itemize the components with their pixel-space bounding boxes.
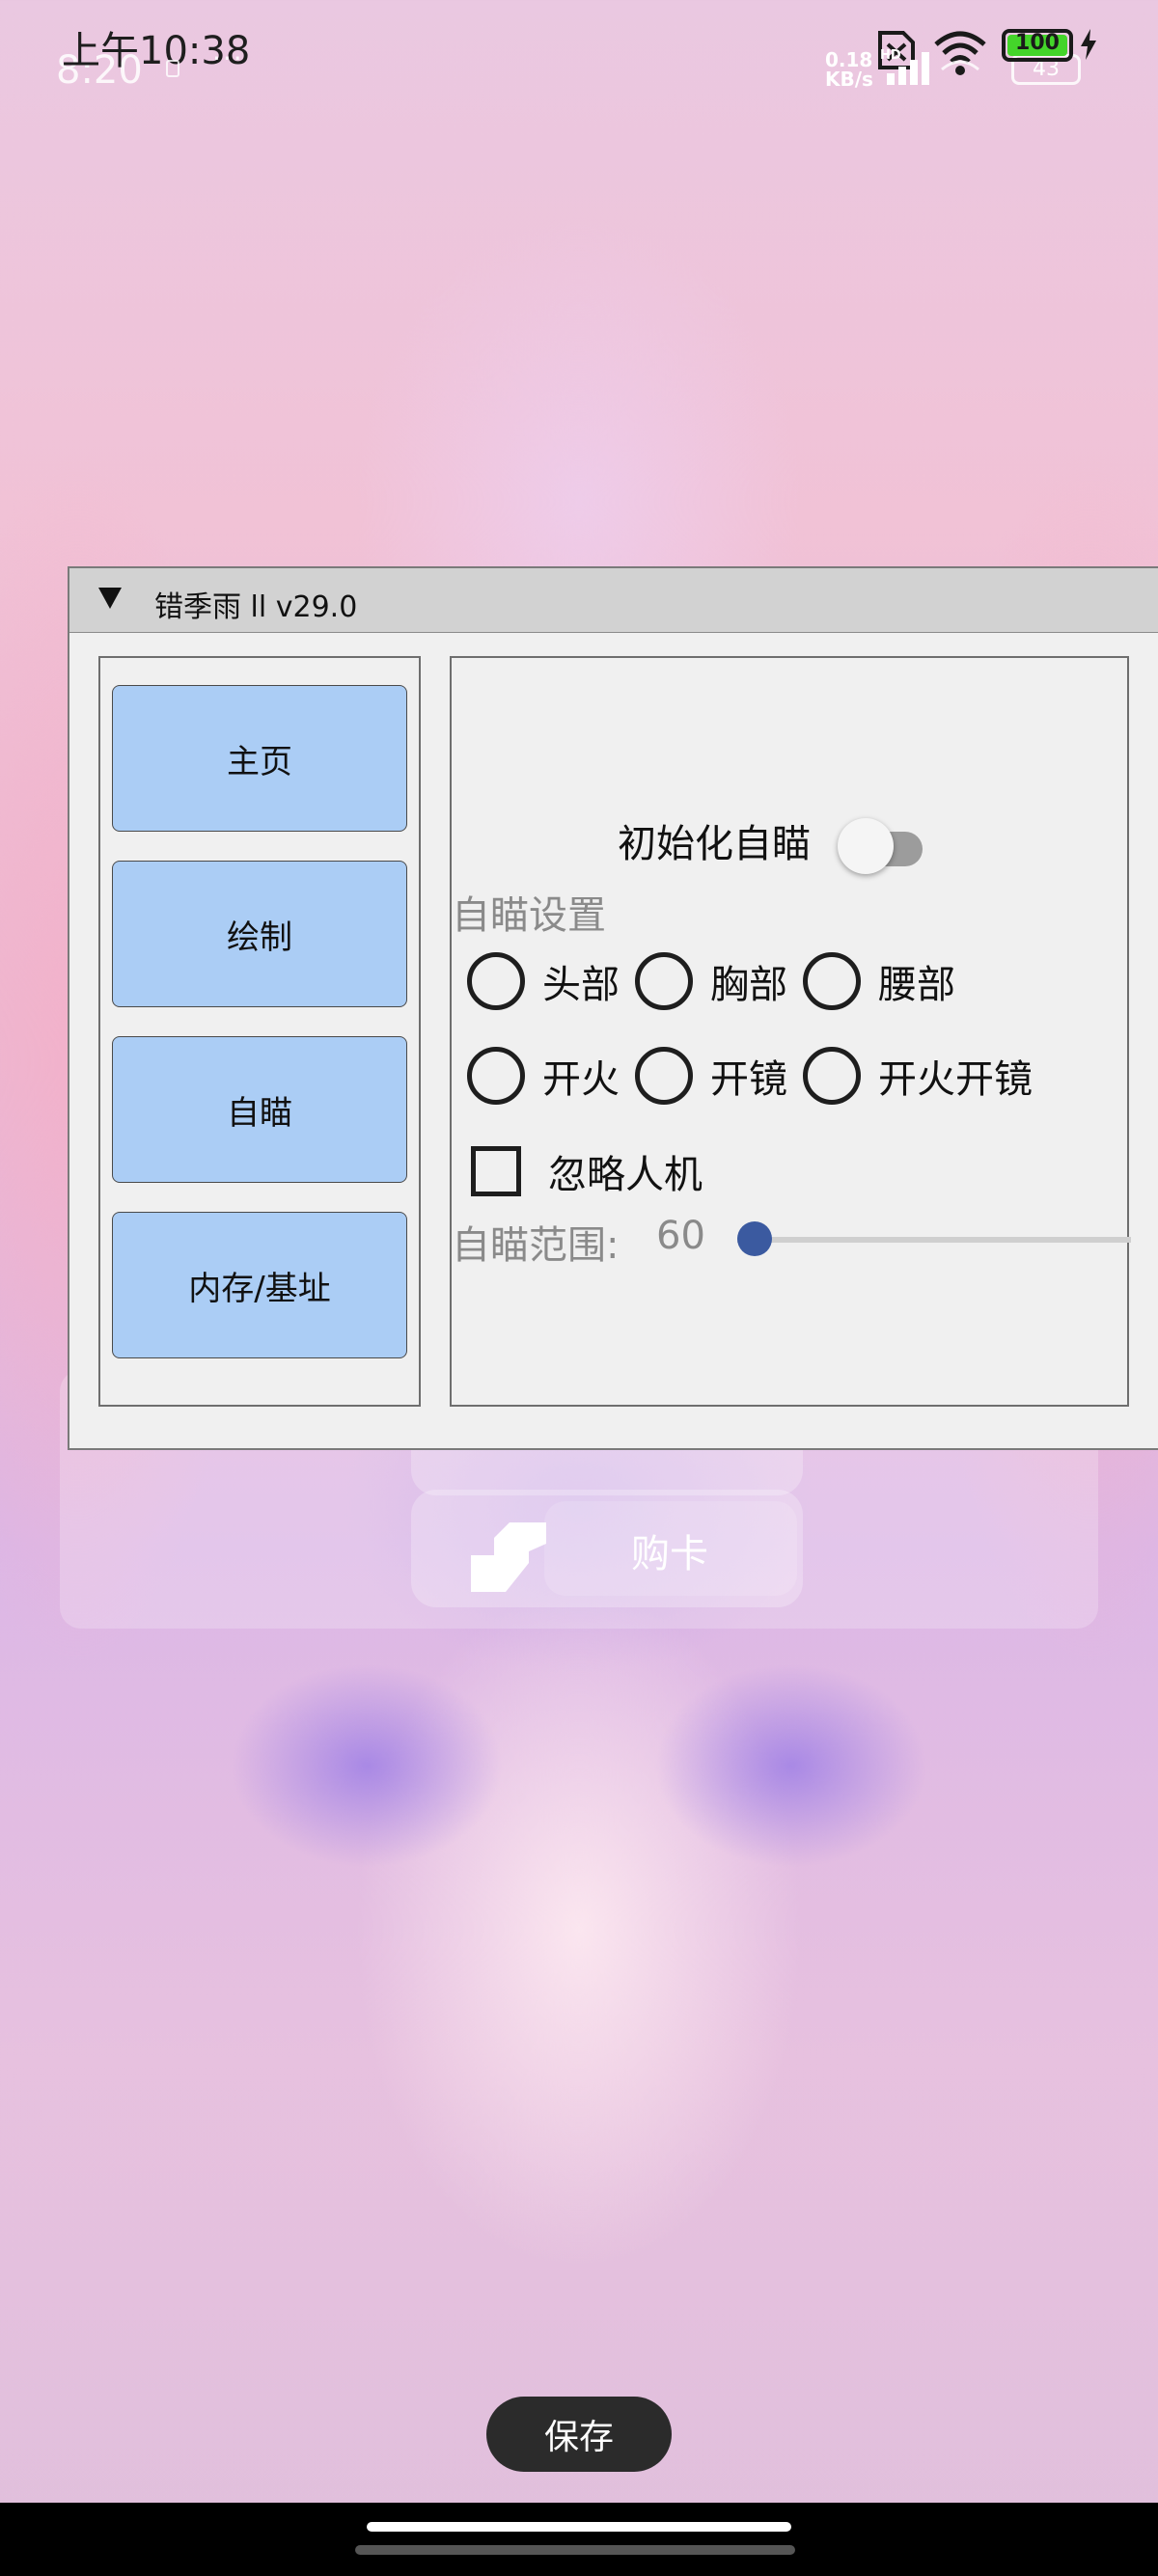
nav-draw-button[interactable]: 绘制 [112,861,407,1007]
window-title: 错季雨 ll v29.0 [154,590,358,624]
radio-label: 胸部 [710,963,787,1007]
radio-waist[interactable]: 腰部 [803,952,955,1010]
ignore-bots-label: 忽略人机 [548,1153,703,1197]
more-notifications-icon: ··· [212,42,244,74]
battery-icon: 100 [1002,29,1073,62]
status-bar: 8:20 上午10:38 ··· 0.18 KB/s HD 43 100 [0,0,1158,106]
nav-aim-button[interactable]: 自瞄 [112,1036,407,1183]
init-aim-label: 初始化自瞄 [618,822,811,866]
aim-range-label: 自瞄范围: [452,1223,620,1268]
network-speed: 0.18 KB/s [825,48,873,91]
floating-menu-window: 错季雨 ll v29.0 主页 绘制 自瞄 内存/基址 初始化自瞄 自瞄设置 头… [68,566,1158,1450]
battery-level: 100 [1015,31,1060,55]
radio-circle[interactable] [803,1047,861,1105]
radio-circle[interactable] [803,952,861,1010]
radio-label: 开镜 [710,1057,787,1102]
buy-card-label: 购卡 [631,1532,708,1576]
target-radio-group: 头部 胸部 腰部 [467,947,971,1015]
aim-range-value: 60 [656,1214,705,1258]
radio-fire[interactable]: 开火 [467,1047,620,1105]
radio-circle[interactable] [467,1047,525,1105]
checkbox-box[interactable] [471,1146,521,1196]
init-aim-toggle[interactable] [838,814,926,874]
radio-label: 腰部 [878,963,955,1007]
home-indicator[interactable] [367,2522,791,2532]
system-nav-bar [0,2503,1158,2576]
radio-scope[interactable]: 开镜 [635,1047,787,1105]
radio-circle[interactable] [467,952,525,1010]
nav-home-button[interactable]: 主页 [112,685,407,832]
radio-label: 开火开镜 [878,1057,1033,1102]
aim-range-slider[interactable] [737,1216,1131,1264]
window-titlebar[interactable]: 错季雨 ll v29.0 [69,568,1158,632]
save-button[interactable]: 保存 [486,2397,672,2472]
radio-circle[interactable] [635,1047,693,1105]
home-indicator-shadow [355,2545,795,2555]
side-nav-panel: 主页 绘制 自瞄 内存/基址 [98,656,421,1407]
ignore-bots-checkbox[interactable]: 忽略人机 [471,1142,703,1200]
card-icon [471,1522,546,1592]
notification-icon [166,60,179,77]
fire-mode-radio-group: 开火 开镜 开火开镜 [467,1042,1048,1110]
aim-settings-panel: 初始化自瞄 自瞄设置 头部 胸部 腰部 开火 开镜 开火开镜 忽略人机 自瞄范围… [450,656,1131,1407]
charging-icon [1081,29,1096,60]
radio-circle[interactable] [635,952,693,1010]
collapse-triangle-icon[interactable] [98,588,122,609]
radio-fire-scope[interactable]: 开火开镜 [803,1047,1033,1105]
radio-label: 头部 [542,963,620,1007]
toggle-knob [838,818,894,874]
radio-head[interactable]: 头部 [467,952,620,1010]
wifi-icon [934,31,986,75]
signal-icon [887,52,929,85]
slider-track[interactable] [737,1237,1131,1243]
aim-settings-title: 自瞄设置 [452,893,606,938]
nav-memory-button[interactable]: 内存/基址 [112,1212,407,1358]
radio-label: 开火 [542,1057,620,1102]
slider-thumb[interactable] [737,1221,772,1256]
window-body: 主页 绘制 自瞄 内存/基址 初始化自瞄 自瞄设置 头部 胸部 腰部 开火 开镜… [69,632,1158,1450]
buy-card-button[interactable]: 购卡 [411,1490,803,1607]
radio-chest[interactable]: 胸部 [635,952,787,1010]
